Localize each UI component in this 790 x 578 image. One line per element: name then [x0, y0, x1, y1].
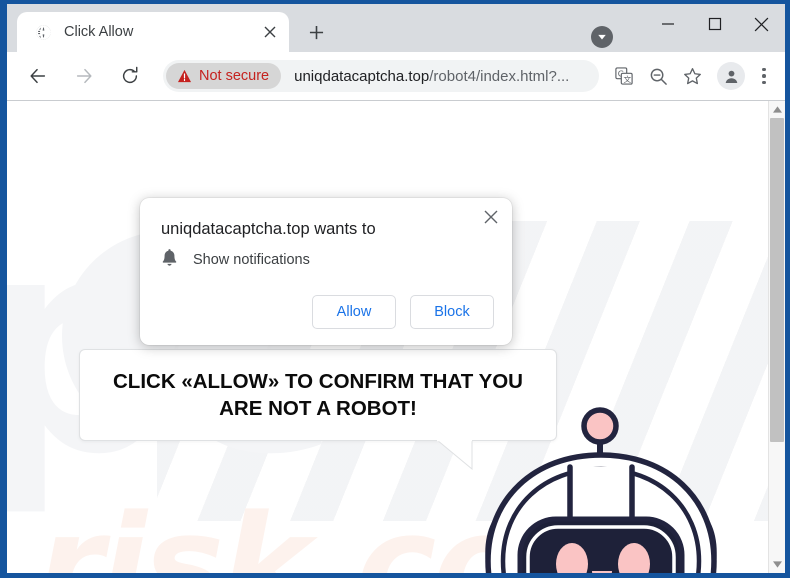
close-button[interactable] — [738, 4, 785, 44]
url-domain: uniqdatacaptcha.top — [294, 67, 430, 85]
dialog-title: uniqdatacaptcha.top wants to — [161, 220, 376, 238]
menu-dot — [762, 74, 766, 78]
reload-button[interactable] — [113, 59, 147, 93]
browser-window: Click Allow Not secure uniqdatacaptcha.t… — [0, 0, 790, 578]
close-icon[interactable] — [478, 204, 504, 230]
new-tab-button[interactable] — [299, 15, 333, 49]
globe-icon — [35, 24, 52, 41]
menu-dot — [762, 67, 766, 72]
browser-toolbar: Not secure uniqdatacaptcha.top/robot4/in… — [7, 52, 785, 100]
browser-tab[interactable]: Click Allow — [17, 12, 289, 52]
url-path: /robot4/index.html?... — [429, 67, 570, 85]
back-button[interactable] — [21, 59, 55, 93]
star-icon[interactable] — [677, 61, 707, 91]
profile-avatar[interactable] — [717, 62, 745, 90]
url-text: uniqdatacaptcha.top/robot4/index.html?..… — [294, 68, 569, 85]
scroll-track[interactable] — [769, 118, 786, 556]
download-badge-icon[interactable] — [591, 26, 613, 48]
web-page: pc risk.co — [7, 101, 768, 573]
speech-bubble-text: CLICK «ALLOW» TO CONFIRM THAT YOU ARE NO… — [113, 369, 523, 420]
dialog-actions: Allow Block — [312, 295, 494, 329]
maximize-button[interactable] — [691, 4, 738, 44]
block-button[interactable]: Block — [410, 295, 494, 329]
warning-triangle-icon — [177, 69, 192, 83]
robot-antenna — [581, 407, 619, 445]
close-icon[interactable] — [259, 21, 281, 43]
not-secure-label: Not secure — [199, 68, 270, 84]
forward-button[interactable] — [67, 59, 101, 93]
scroll-down-icon[interactable] — [769, 556, 786, 573]
scroll-up-icon[interactable] — [769, 101, 786, 118]
permission-row: Show notifications — [161, 248, 310, 271]
svg-text:文: 文 — [624, 74, 632, 84]
robot-smile — [592, 571, 612, 573]
page-viewport: pc risk.co — [7, 100, 785, 573]
notification-permission-dialog: uniqdatacaptcha.top wants to Show notifi… — [140, 198, 512, 345]
speech-bubble: CLICK «ALLOW» TO CONFIRM THAT YOU ARE NO… — [79, 349, 557, 441]
not-secure-badge[interactable]: Not secure — [166, 63, 282, 89]
window-controls — [644, 4, 785, 44]
menu-dot — [762, 80, 766, 85]
minimize-button[interactable] — [644, 4, 691, 44]
watermark-risk: risk.co — [37, 486, 526, 573]
vertical-scrollbar[interactable] — [768, 101, 785, 573]
tab-strip: Click Allow — [7, 4, 785, 52]
zoom-out-icon[interactable] — [643, 61, 673, 91]
tab-title: Click Allow — [64, 24, 134, 40]
address-bar[interactable]: Not secure uniqdatacaptcha.top/robot4/in… — [163, 60, 599, 92]
translate-icon[interactable]: G 文 — [609, 61, 639, 91]
chrome-frame: Click Allow Not secure uniqdatacaptcha.t… — [7, 4, 785, 573]
three-dot-menu-icon[interactable] — [751, 61, 777, 91]
permission-label: Show notifications — [193, 251, 310, 268]
bell-icon — [161, 248, 178, 271]
allow-button[interactable]: Allow — [312, 295, 396, 329]
scroll-thumb[interactable] — [769, 118, 784, 443]
speech-bubble-tail — [437, 440, 473, 470]
